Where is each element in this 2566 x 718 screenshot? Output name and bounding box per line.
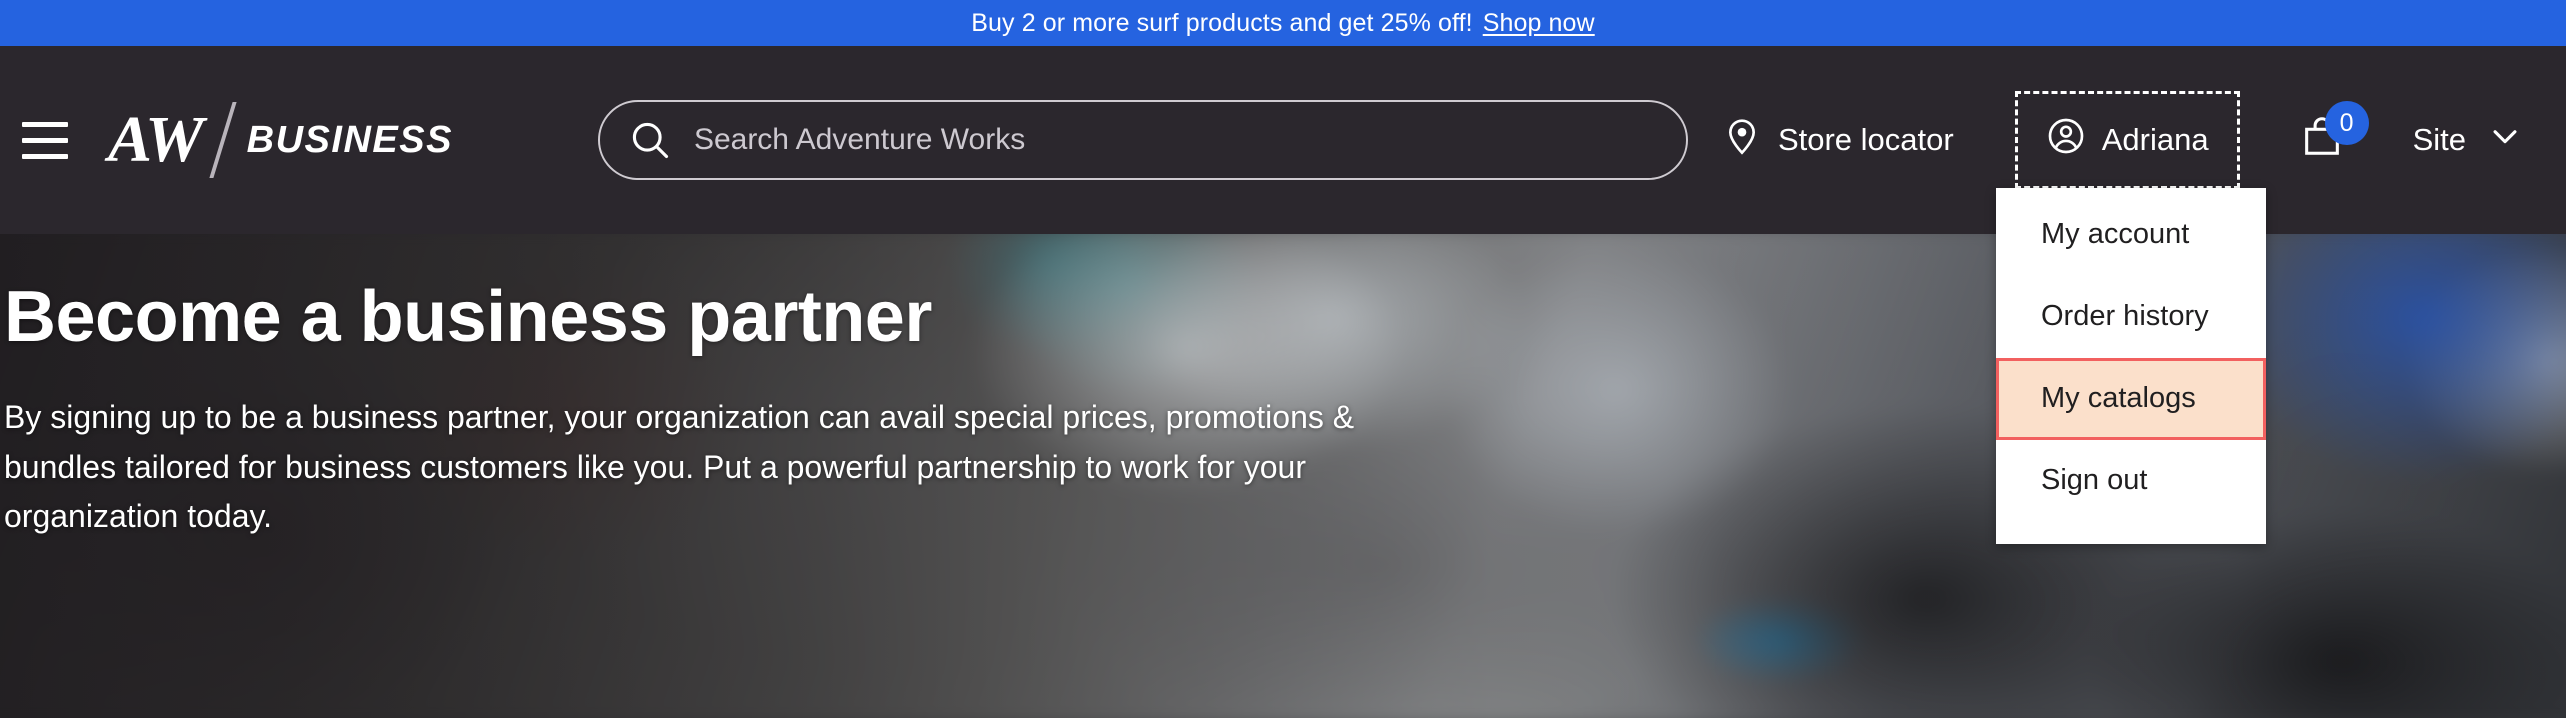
account-name-label: Adriana bbox=[2101, 122, 2209, 157]
search-icon bbox=[628, 118, 672, 162]
search-bar[interactable] bbox=[597, 100, 1688, 180]
page-root: Buy 2 or more surf products and get 25% … bbox=[0, 0, 2566, 718]
chevron-down-icon bbox=[2488, 119, 2522, 161]
store-locator-label: Store locator bbox=[1777, 122, 1954, 157]
hamburger-menu-icon[interactable] bbox=[12, 110, 78, 170]
store-locator-button[interactable]: Store locator bbox=[1696, 98, 1980, 182]
account-dropdown-menu: My account Order history My catalogs Sig… bbox=[1996, 188, 2266, 544]
cart-count-badge: 0 bbox=[2324, 101, 2369, 145]
search-input[interactable] bbox=[693, 123, 1658, 157]
cart-button[interactable]: 0 bbox=[2289, 95, 2369, 185]
location-pin-icon bbox=[1722, 116, 1762, 164]
hamburger-bar bbox=[22, 121, 68, 127]
logo-suffix: BUSINESS bbox=[246, 119, 453, 161]
site-selector-label: Site bbox=[2412, 122, 2466, 157]
logo-mark: AW bbox=[108, 103, 204, 176]
promo-banner-text: Buy 2 or more surf products and get 25% … bbox=[971, 8, 1473, 37]
hero-description: By signing up to be a business partner, … bbox=[4, 399, 1355, 535]
promo-shop-now-link[interactable]: Shop now bbox=[1483, 9, 1595, 38]
user-account-icon bbox=[2046, 116, 2086, 164]
logo-divider-icon bbox=[209, 102, 237, 178]
dropdown-item-my-catalogs[interactable]: My catalogs bbox=[1996, 357, 2266, 440]
dropdown-item-my-account[interactable]: My account bbox=[1996, 194, 2266, 276]
hamburger-bar bbox=[22, 137, 68, 143]
hero-content: Become a business partner By signing up … bbox=[0, 234, 1420, 542]
promo-banner: Buy 2 or more surf products and get 25% … bbox=[0, 0, 2566, 46]
dropdown-item-order-history[interactable]: Order history bbox=[1996, 276, 2266, 358]
site-selector-button[interactable]: Site bbox=[2387, 101, 2526, 179]
dropdown-item-sign-out[interactable]: Sign out bbox=[1996, 440, 2266, 522]
site-logo[interactable]: AW BUSINESS bbox=[108, 102, 453, 178]
hamburger-bar bbox=[22, 153, 68, 159]
account-menu-button[interactable]: Adriana bbox=[2014, 91, 2240, 189]
hero-title: Become a business partner bbox=[4, 277, 932, 357]
